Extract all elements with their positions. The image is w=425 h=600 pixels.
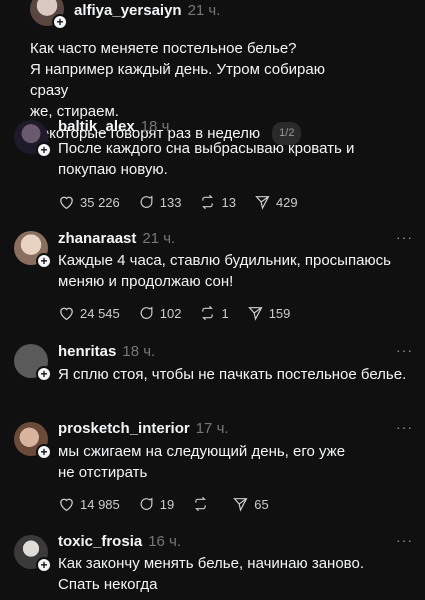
follow-plus-icon[interactable]: + <box>36 557 52 573</box>
post-actions: 35 226 133 13 429 <box>58 192 316 212</box>
reply-count: 19 <box>159 496 175 512</box>
reply-count: 133 <box>159 194 182 210</box>
username[interactable]: henritas 18 ч. <box>58 343 155 360</box>
post-time: 17 ч. <box>195 420 229 437</box>
share-count: 429 <box>275 194 298 210</box>
username[interactable]: prosketch_interior 17 ч. <box>58 420 229 437</box>
follow-plus-icon[interactable]: + <box>36 142 52 158</box>
more-options-icon[interactable]: ··· <box>396 229 413 245</box>
reply-button[interactable]: 133 <box>138 194 182 210</box>
post-4: + prosketch_interior 17 ч. ··· мы сжигаем… <box>0 416 425 526</box>
repost-button[interactable] <box>192 496 214 512</box>
follow-plus-icon[interactable]: + <box>36 444 52 460</box>
avatar[interactable]: + <box>14 231 52 269</box>
like-count: 35 226 <box>80 194 120 210</box>
post-text: Каждые 4 часа, ставлю будильник, просыпа… <box>58 252 391 290</box>
reply-count: 102 <box>159 305 182 321</box>
more-options-icon[interactable]: ··· <box>396 532 413 548</box>
repost-icon <box>195 496 207 512</box>
heart-icon <box>60 498 73 512</box>
heart-icon <box>60 307 73 321</box>
post-text: После каждого сна выбрасываю кровать и п… <box>58 140 355 178</box>
username[interactable]: toxic_frosia 16 ч. <box>58 533 181 550</box>
share-button[interactable]: 429 <box>254 194 298 210</box>
like-count: 24 545 <box>80 305 120 321</box>
reply-button[interactable]: 19 <box>138 496 174 512</box>
send-icon <box>233 498 248 512</box>
send-icon <box>247 307 263 321</box>
repost-count: 1 <box>221 305 229 321</box>
share-button[interactable]: 159 <box>247 305 291 321</box>
comment-icon <box>140 306 153 319</box>
share-button[interactable]: 65 <box>232 496 269 512</box>
repost-count: 13 <box>221 194 236 210</box>
follow-plus-icon[interactable]: + <box>36 366 52 382</box>
comment-icon <box>140 497 153 510</box>
share-count: 159 <box>268 305 291 321</box>
username[interactable]: alfiya_yersaiyn 21 ч. <box>74 2 220 19</box>
share-count: 65 <box>254 496 269 512</box>
follow-plus-icon[interactable]: + <box>36 253 52 269</box>
post-text: Как закончу менять белье, начинаю заново… <box>58 555 364 593</box>
avatar[interactable]: + <box>14 535 52 573</box>
post-time: 21 ч. <box>142 230 176 247</box>
repost-button[interactable]: 1 <box>199 305 229 321</box>
avatar[interactable]: + <box>14 120 52 158</box>
like-button[interactable]: 14 985 <box>58 496 120 512</box>
avatar[interactable]: + <box>14 422 52 460</box>
post-1: + baltik_alex 18 ч. После каждого сна выб… <box>0 112 425 222</box>
post-text: Я сплю стоя, чтобы не пачкать постельное… <box>58 366 407 383</box>
like-button[interactable]: 24 545 <box>58 305 120 321</box>
more-options-icon[interactable]: ··· <box>396 419 413 435</box>
avatar[interactable]: + <box>30 0 68 30</box>
like-button[interactable]: 35 226 <box>58 194 120 210</box>
send-icon <box>255 196 270 210</box>
post-actions: 14 985 19 65 <box>58 494 287 514</box>
heart-icon <box>60 196 73 210</box>
username[interactable]: baltik_alex 18 ч. <box>58 118 174 135</box>
repost-icon <box>202 305 214 321</box>
reply-button[interactable]: 102 <box>138 305 182 321</box>
post-time: 18 ч. <box>140 118 174 135</box>
follow-plus-icon[interactable]: + <box>52 14 68 30</box>
post-2: + zhanaraast 21 ч. ··· Каждые 4 часа, ста… <box>0 225 425 335</box>
avatar[interactable]: + <box>14 344 52 382</box>
post-time: 18 ч. <box>122 343 156 360</box>
post-actions: 24 545 102 1 159 <box>58 303 308 323</box>
comment-icon <box>140 195 153 208</box>
repost-button[interactable]: 13 <box>199 194 236 210</box>
username[interactable]: zhanaraast 21 ч. <box>58 230 175 247</box>
like-count: 14 985 <box>80 496 120 512</box>
post-time: 16 ч. <box>148 533 182 550</box>
post-text: мы сжигаем на следующий день, его уже не… <box>58 443 346 481</box>
post-0: + alfiya_yersaiyn 21 ч. Как часто меняете… <box>0 0 425 145</box>
post-time: 21 ч. <box>187 2 221 19</box>
post-3: + henritas 18 ч. ··· Я сплю стоя, чтобы н… <box>0 339 425 409</box>
more-options-icon[interactable]: ··· <box>396 342 413 358</box>
repost-icon <box>202 194 214 210</box>
post-5: + toxic_frosia 16 ч. ··· Как закончу меня… <box>0 530 425 600</box>
